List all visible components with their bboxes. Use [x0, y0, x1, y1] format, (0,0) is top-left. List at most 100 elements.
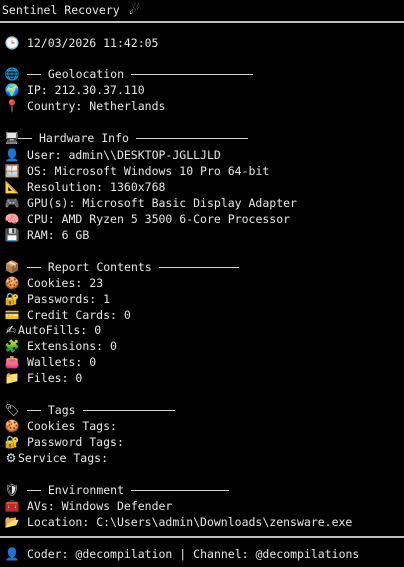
autofills-label: AutoFills: [18, 323, 88, 337]
globe-network-icon: 🌐 [4, 67, 20, 81]
avs-label: AVs: [26, 499, 55, 513]
credit-cards-line: 💳 Credit Cards: 0 [4, 307, 131, 323]
extensions-line: 🧩 Extensions: 0 [4, 338, 117, 354]
avs-line: 🧰 AVs: Windows Defender [4, 498, 173, 514]
cookie-tags-label: Cookies Tags: [26, 419, 117, 433]
timestamp: 12/03/2026 11:42:05 [26, 36, 159, 50]
clock-icon: 🕒 [4, 36, 20, 50]
coder-value: @decompilation [75, 547, 173, 561]
footer-separator: | [179, 547, 187, 561]
report-title: Sentinel Recovery [2, 3, 120, 17]
header-rule [135, 138, 248, 139]
purse-icon: 👛 [4, 355, 20, 369]
ip-value: 212.30.37.110 [54, 83, 145, 97]
header-dash [26, 490, 41, 491]
floppy-disk-icon: 💾 [4, 228, 20, 242]
resolution-value: 1360x768 [110, 180, 166, 194]
header-rule [158, 267, 239, 268]
environment-header-label: Environment [47, 483, 125, 497]
report-header: 📦 Report Contents [4, 259, 239, 275]
header-rule [130, 490, 229, 491]
tags-header: 🏷 Tags [4, 402, 175, 418]
hardware-header-label: Hardware Info [38, 131, 129, 145]
cookie-tags-line: 🍪 Cookies Tags: [4, 418, 117, 434]
cookies-line: 🍪 Cookies: 23 [4, 275, 104, 291]
cookie-icon: 🍪 [4, 276, 20, 290]
channel-value: @decompilations [255, 547, 360, 561]
avs-value: Windows Defender [61, 499, 173, 513]
gear-icon: ⚙ [5, 451, 17, 465]
toolbox-icon: 🧰 [4, 499, 20, 513]
header-dash [26, 410, 41, 411]
resolution-line: 📐 Resolution: 1360x768 [4, 179, 166, 195]
wallets-line: 👛 Wallets: 0 [4, 354, 97, 370]
cpu-value: AMD Ryzen 5 3500 6-Core Processor [61, 212, 291, 226]
ip-line: 🌍 IP: 212.30.37.110 [4, 82, 145, 98]
autofills-line: ✍ AutoFills: 0 [4, 322, 101, 338]
coder-label: Coder: [26, 547, 69, 561]
header-dash [26, 74, 41, 75]
os-label: OS: [26, 164, 48, 178]
files-label: Files: [26, 371, 69, 385]
service-tags-line: ⚙ Service Tags: [4, 450, 108, 466]
gpu-label: GPU(s): [26, 196, 76, 210]
wallets-label: Wallets: [26, 355, 83, 369]
credit-card-icon: 💳 [4, 308, 20, 322]
cookies-label: Cookies: [26, 276, 83, 290]
gpu-value: Microsoft Basic Display Adapter [82, 196, 297, 210]
title-line: Sentinel Recovery ☄ [2, 2, 143, 18]
cpu-line: 🧠 CPU: AMD Ryzen 5 3500 6-Core Processor [4, 211, 291, 227]
cookie-icon: 🍪 [4, 419, 20, 433]
report-header-label: Report Contents [47, 260, 152, 274]
credit-cards-label: Credit Cards: [26, 308, 117, 322]
password-tags-label: Password Tags: [26, 435, 124, 449]
hardware-header: 🖥 Hardware Info [4, 130, 248, 146]
user-label: User: [26, 148, 62, 162]
footer-rule [0, 536, 404, 538]
country-label: Country: [26, 99, 83, 113]
timestamp-line: 🕒 12/03/2026 11:42:05 [4, 35, 159, 51]
password-tags-line: 🔐 Password Tags: [4, 434, 124, 450]
ram-line: 💾 RAM: 6 GB [4, 227, 90, 243]
writing-hand-icon: ✍ [5, 323, 17, 337]
os-value: Microsoft Windows 10 Pro 64-bit [54, 164, 270, 178]
footer-line: 👤 Coder: @decompilation | Channel: @deco… [4, 546, 360, 562]
user-line: 👤 User: admin\\DESKTOP-JGLLJLD [4, 147, 221, 163]
brain-icon: 🧠 [4, 212, 20, 226]
service-tags-label: Service Tags: [18, 451, 109, 465]
files-value: 0 [75, 371, 83, 385]
header-rule [130, 74, 253, 75]
lock-key-icon: 🔐 [4, 435, 20, 449]
cpu-label: CPU: [26, 212, 55, 226]
geolocation-header: 🌐 Geolocation [4, 66, 253, 82]
passwords-line: 🔐 Passwords: 1 [4, 291, 111, 307]
extensions-value: 0 [110, 339, 117, 353]
title-rule [0, 21, 404, 23]
header-dash [26, 267, 41, 268]
files-line: 📁 Files: 0 [4, 370, 83, 386]
passwords-label: Passwords: [26, 292, 97, 306]
user-icon: 👤 [4, 148, 20, 162]
cookies-value: 23 [89, 276, 104, 290]
ip-label: IP: [26, 83, 48, 97]
ram-label: RAM: [26, 228, 55, 242]
globe-earth-icon: 🌍 [4, 83, 20, 97]
shield-icon: 🛡 [4, 483, 20, 497]
report-message: Sentinel Recovery ☄ 🕒 12/03/2026 11:42:0… [0, 0, 404, 567]
tag-icon: 🏷 [4, 403, 20, 417]
autofills-value: 0 [94, 323, 102, 337]
ruler-icon: 📐 [4, 180, 20, 194]
country-value: Netherlands [89, 99, 166, 113]
folder-icon: 📁 [4, 371, 20, 385]
computer-icon: 🖥 [4, 131, 20, 145]
tags-header-label: Tags [47, 403, 76, 417]
resolution-label: Resolution: [26, 180, 104, 194]
open-folder-icon: 📂 [4, 515, 20, 529]
header-rule [82, 410, 175, 411]
country-line: 📍 Country: Netherlands [4, 98, 166, 114]
location-label: Location: [26, 515, 90, 529]
environment-header: 🛡 Environment [4, 482, 229, 498]
lock-key-icon: 🔐 [4, 292, 20, 306]
wallets-value: 0 [89, 355, 97, 369]
geolocation-header-label: Geolocation [47, 67, 125, 81]
